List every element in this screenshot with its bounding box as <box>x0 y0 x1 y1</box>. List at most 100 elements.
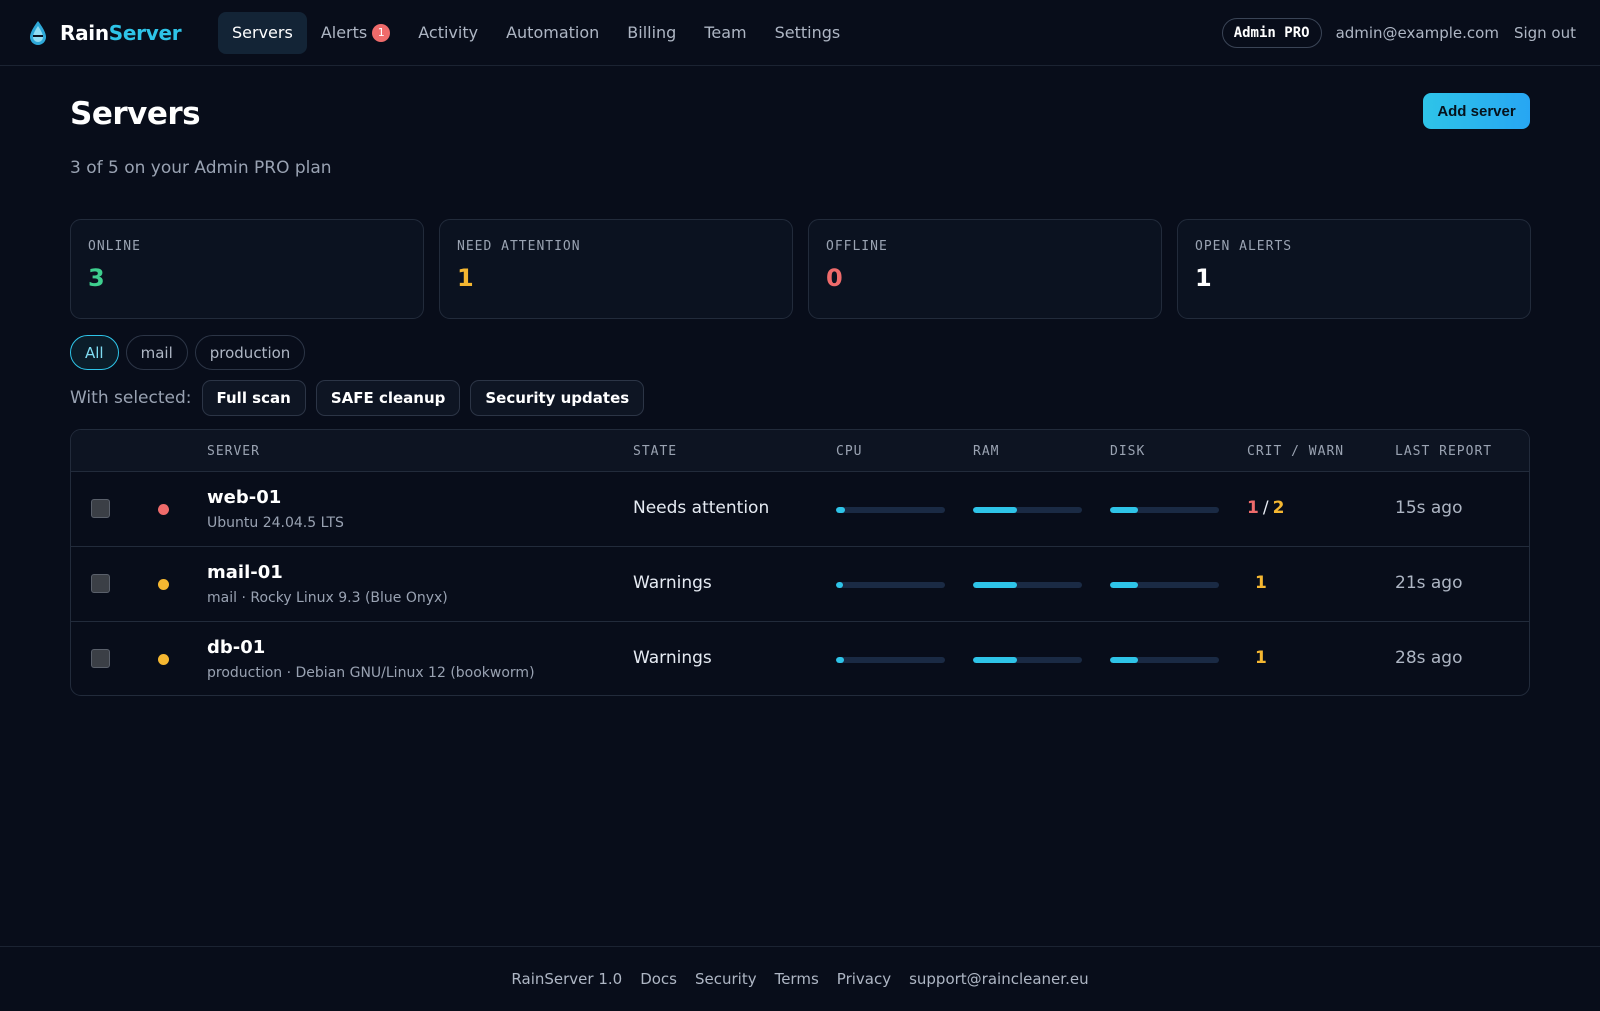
page-subtitle: 3 of 5 on your Admin PRO plan <box>70 158 332 178</box>
column-header-ram[interactable]: RAM <box>973 444 999 459</box>
ram-usage-fill <box>973 657 1017 663</box>
row-checkbox[interactable] <box>91 574 110 593</box>
table-row[interactable]: web-01 Ubuntu 24.04.5 LTS Needs attentio… <box>71 472 1529 547</box>
row-checkbox[interactable] <box>91 649 110 668</box>
nav-automation[interactable]: Automation <box>492 12 613 54</box>
nav-team-label: Team <box>704 23 747 42</box>
disk-usage-bar <box>1110 657 1219 663</box>
stat-card-open-alerts: OPEN ALERTS 1 <box>1177 219 1531 319</box>
table-row[interactable]: mail-01 mail · Rocky Linux 9.3 (Blue Ony… <box>71 547 1529 622</box>
row-checkbox[interactable] <box>91 499 110 518</box>
nav-alerts-label: Alerts <box>320 23 368 42</box>
ram-usage-fill <box>973 582 1017 588</box>
bulk-actions-label: With selected: <box>70 388 192 408</box>
tag-filters: All mail production <box>70 335 306 370</box>
column-header-cpu[interactable]: CPU <box>836 444 862 459</box>
disk-usage-bar <box>1110 582 1219 588</box>
last-report: 28s ago <box>1395 648 1463 668</box>
full-scan-button[interactable]: Full scan <box>201 380 306 416</box>
alerts-count-badge: 1 <box>372 23 391 42</box>
security-updates-button[interactable]: Security updates <box>470 380 645 416</box>
server-state: Needs attention <box>633 498 770 518</box>
filter-chip-all[interactable]: All <box>70 335 119 370</box>
nav-billing[interactable]: Billing <box>613 12 690 54</box>
stat-label: NEED ATTENTION <box>457 239 581 254</box>
footer: RainServer 1.0 Docs Security Terms Priva… <box>0 946 1600 1011</box>
add-server-button[interactable]: Add server <box>1423 93 1530 129</box>
last-report: 15s ago <box>1395 498 1463 518</box>
cpu-usage-bar <box>836 582 945 588</box>
stats-row: ONLINE 3 NEED ATTENTION 1 OFFLINE 0 OPEN… <box>70 219 1531 319</box>
ram-usage-bar <box>973 507 1082 513</box>
stat-card-online: ONLINE 3 <box>70 219 424 319</box>
stat-value: 3 <box>88 264 105 292</box>
column-header-server[interactable]: SERVER <box>207 444 260 459</box>
warn-count: 1 <box>1255 573 1267 593</box>
crit-warn-count: 1 <box>1247 573 1267 593</box>
plan-badge: Admin PRO <box>1221 18 1322 48</box>
footer-link-security[interactable]: Security <box>695 970 757 988</box>
last-report: 21s ago <box>1395 573 1463 593</box>
nav-settings[interactable]: Settings <box>761 12 855 54</box>
server-os: Ubuntu 24.04.5 LTS <box>207 515 344 531</box>
sign-out-link[interactable]: Sign out <box>1514 24 1576 42</box>
ram-usage-fill <box>973 507 1017 513</box>
nav-settings-label: Settings <box>774 23 841 42</box>
nav-activity-label: Activity <box>418 23 479 42</box>
status-dot <box>158 504 169 515</box>
stat-card-need-attention: NEED ATTENTION 1 <box>439 219 793 319</box>
ram-usage-bar <box>973 657 1082 663</box>
column-header-last-report[interactable]: LAST REPORT <box>1395 444 1492 459</box>
stat-label: ONLINE <box>88 239 141 254</box>
table-header: SERVER STATE CPU RAM DISK CRIT / WARN LA… <box>71 430 1529 472</box>
warn-count: 2 <box>1272 498 1285 518</box>
stat-card-offline: OFFLINE 0 <box>808 219 1162 319</box>
filter-chip-production[interactable]: production <box>194 335 306 370</box>
main-nav: Servers Alerts 1 Activity Automation Bill… <box>218 11 855 54</box>
bulk-actions: With selected: Full scan SAFE cleanup Se… <box>70 380 654 416</box>
column-header-crit-warn[interactable]: CRIT / WARN <box>1247 444 1344 459</box>
footer-link-privacy[interactable]: Privacy <box>837 970 891 988</box>
column-header-disk[interactable]: DISK <box>1110 444 1145 459</box>
table-row[interactable]: db-01 production · Debian GNU/Linux 12 (… <box>71 622 1529 695</box>
brand-logo[interactable]: RainServer <box>28 20 190 46</box>
nav-servers[interactable]: Servers <box>218 11 307 54</box>
status-dot <box>158 654 169 665</box>
servers-table: SERVER STATE CPU RAM DISK CRIT / WARN LA… <box>70 429 1530 696</box>
nav-activity[interactable]: Activity <box>404 12 492 54</box>
footer-link-terms[interactable]: Terms <box>775 970 819 988</box>
stat-label: OFFLINE <box>826 239 888 254</box>
server-os: mail · Rocky Linux 9.3 (Blue Onyx) <box>207 590 448 606</box>
warn-count: 1 <box>1255 648 1267 668</box>
crit-warn-count: 1 <box>1247 648 1267 668</box>
server-name[interactable]: mail-01 <box>207 562 283 583</box>
nav-automation-label: Automation <box>506 23 600 42</box>
raindrop-icon <box>28 20 48 46</box>
server-name[interactable]: db-01 <box>207 637 265 658</box>
server-state: Warnings <box>633 573 712 593</box>
page-title: Servers <box>70 96 201 132</box>
account-area: Admin PRO admin@example.com Sign out <box>1221 18 1576 48</box>
stat-label: OPEN ALERTS <box>1195 239 1293 254</box>
safe-cleanup-button[interactable]: SAFE cleanup <box>315 380 461 416</box>
stat-value: 0 <box>826 264 843 292</box>
nav-billing-label: Billing <box>627 23 677 42</box>
cpu-usage-fill <box>836 507 845 513</box>
filter-chip-mail[interactable]: mail <box>125 335 188 370</box>
stat-value: 1 <box>457 264 474 292</box>
footer-link-docs[interactable]: Docs <box>640 970 677 988</box>
disk-usage-bar <box>1110 507 1219 513</box>
crit-warn-separator: / <box>1262 498 1269 518</box>
crit-warn-count: 1/2 <box>1247 498 1284 518</box>
nav-team[interactable]: Team <box>690 12 760 54</box>
ram-usage-bar <box>973 582 1082 588</box>
column-header-state[interactable]: STATE <box>633 444 677 459</box>
footer-support-email[interactable]: support@raincleaner.eu <box>909 970 1089 988</box>
cpu-usage-fill <box>836 657 844 663</box>
server-os: production · Debian GNU/Linux 12 (bookwo… <box>207 665 535 681</box>
disk-usage-fill <box>1110 582 1139 588</box>
top-navigation-bar: RainServer Servers Alerts 1 Activity Auto… <box>0 0 1600 66</box>
server-name[interactable]: web-01 <box>207 487 281 508</box>
nav-alerts[interactable]: Alerts 1 <box>307 12 404 54</box>
brand-name: RainServer <box>60 21 182 45</box>
